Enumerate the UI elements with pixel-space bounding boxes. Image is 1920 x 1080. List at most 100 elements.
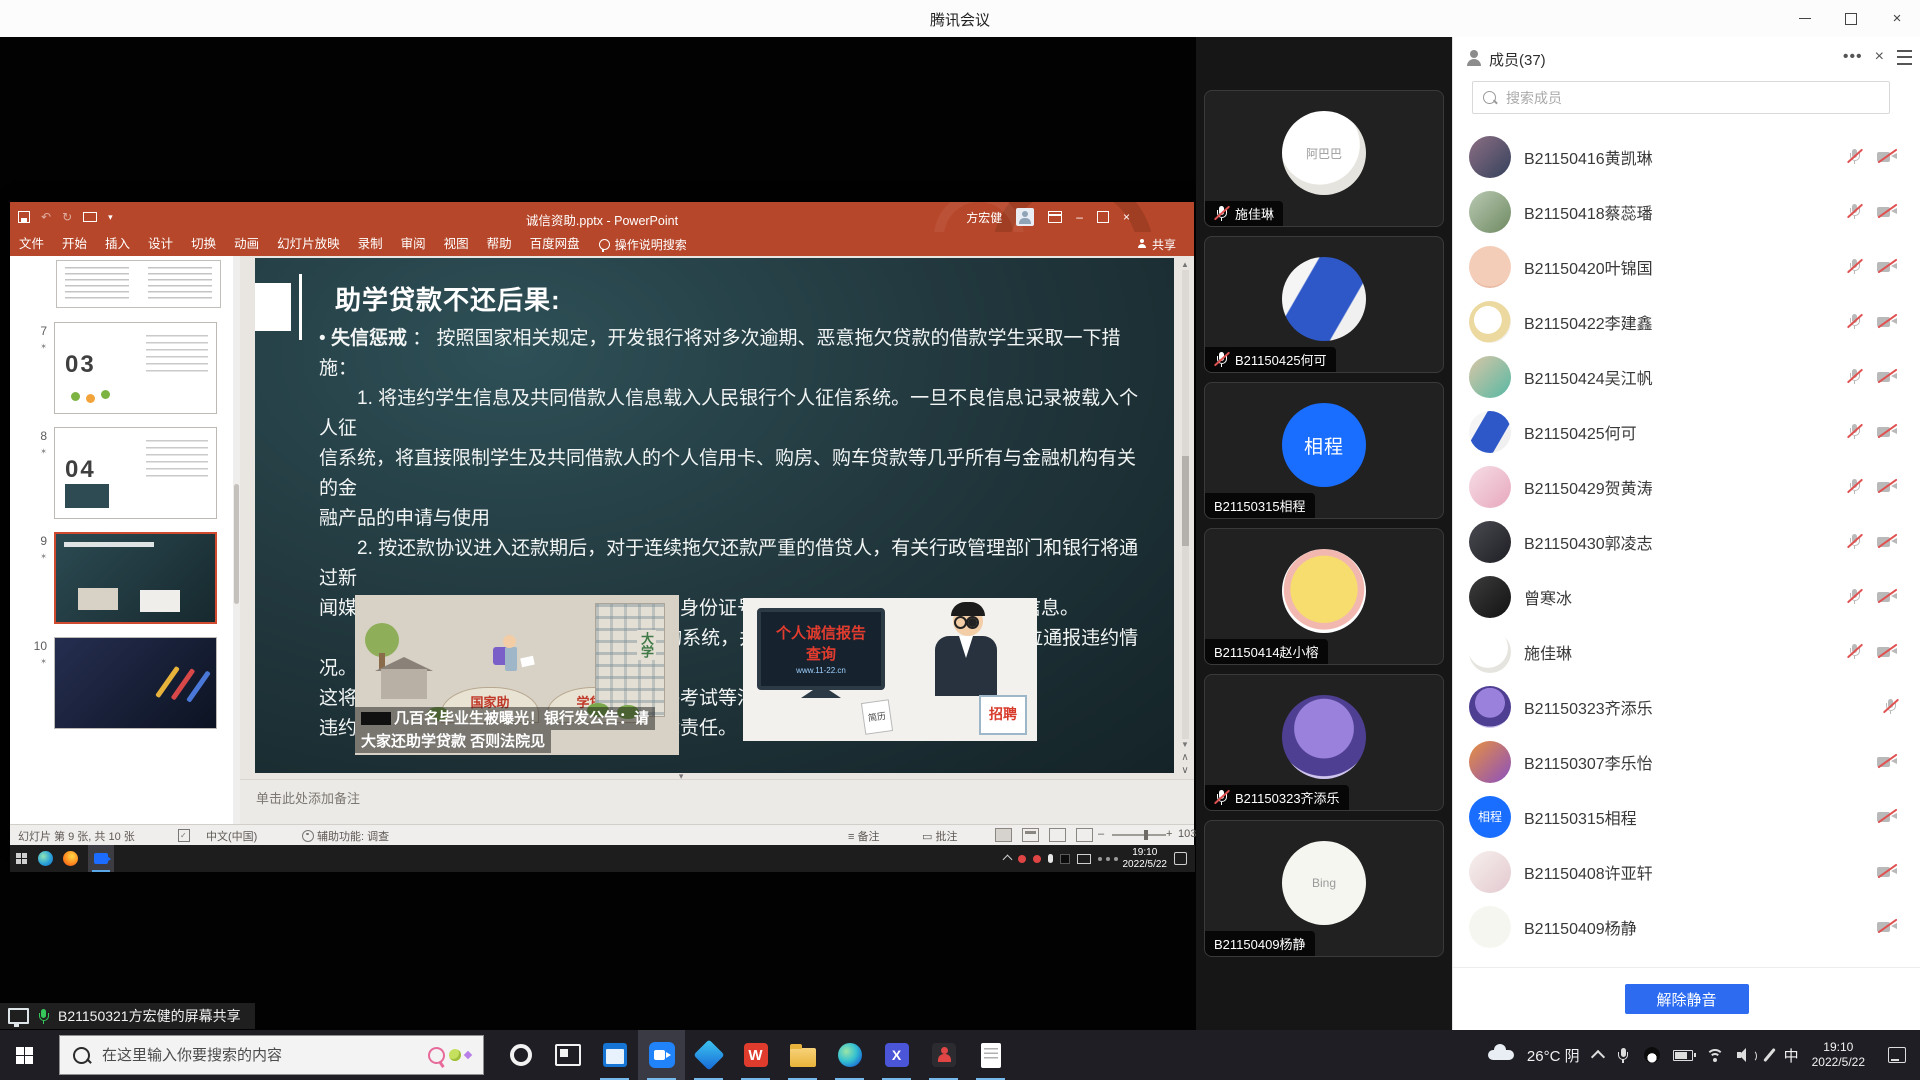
mic-muted-icon[interactable] xyxy=(1847,313,1862,330)
ribbon-tab[interactable]: 设计 xyxy=(139,232,182,256)
start-button[interactable] xyxy=(0,1030,48,1080)
taskbar-task-view[interactable] xyxy=(544,1030,591,1080)
slide-thumbnail[interactable]: 04 xyxy=(54,427,217,519)
thumbnail-scrollbar[interactable] xyxy=(233,256,240,825)
spellcheck-icon[interactable] xyxy=(178,829,190,842)
mic-muted-icon[interactable] xyxy=(1847,148,1862,165)
camera-off-icon[interactable] xyxy=(1877,259,1898,274)
ribbon-tab[interactable]: 幻灯片放映 xyxy=(268,232,349,256)
ribbon-tab[interactable]: 视图 xyxy=(435,232,478,256)
zoom-in-button[interactable]: + xyxy=(1166,828,1172,840)
member-row[interactable]: B21150409杨静 xyxy=(1453,899,1920,954)
tell-me-search[interactable]: 操作说明搜索 xyxy=(615,236,687,253)
mic-muted-icon[interactable] xyxy=(1883,698,1898,715)
ppt-user-avatar[interactable] xyxy=(1016,208,1034,226)
member-row[interactable]: B21150416黄凯琳 xyxy=(1453,129,1920,184)
weather-temperature[interactable]: 26°C 阴 xyxy=(1527,1045,1580,1066)
slide-thumbnail[interactable] xyxy=(54,532,217,624)
wifi-icon[interactable] xyxy=(1706,1049,1724,1062)
mic-muted-icon[interactable] xyxy=(1847,588,1862,605)
member-row[interactable]: B21150323齐添乐 xyxy=(1453,679,1920,734)
taskbar-app-document[interactable] xyxy=(967,1030,1014,1080)
camera-off-icon[interactable] xyxy=(1877,204,1898,219)
mic-muted-icon[interactable] xyxy=(1847,643,1862,660)
mic-muted-icon[interactable] xyxy=(1847,478,1862,495)
member-row[interactable]: 相程 B21150315相程 xyxy=(1453,789,1920,844)
more-options-icon[interactable]: ••• xyxy=(1843,48,1863,66)
ppt-restore-button[interactable] xyxy=(1097,211,1109,223)
ribbon-tab[interactable]: 动画 xyxy=(225,232,268,256)
ppt-minimize-button[interactable]: – xyxy=(1076,210,1083,224)
taskbar-app-calendar[interactable] xyxy=(591,1030,638,1080)
pen-icon[interactable] xyxy=(1763,1048,1776,1062)
member-row[interactable]: 曾寒冰 xyxy=(1453,569,1920,624)
taskbar-app-kite[interactable] xyxy=(685,1030,732,1080)
member-row[interactable]: B21150429贺黄涛 xyxy=(1453,459,1920,514)
comments-toggle[interactable]: ▭ 批注 xyxy=(922,828,957,844)
camera-off-icon[interactable] xyxy=(1877,479,1898,494)
taskbar-search-input[interactable] xyxy=(100,1046,428,1065)
minimize-button[interactable] xyxy=(1782,0,1828,37)
ime-indicator[interactable]: 中 xyxy=(1784,1045,1799,1066)
camera-off-icon[interactable] xyxy=(1877,314,1898,329)
camera-off-icon[interactable] xyxy=(1877,919,1898,934)
member-row[interactable]: B21150424吴江帆 xyxy=(1453,349,1920,404)
member-row[interactable]: 施佳琳 xyxy=(1453,624,1920,679)
ribbon-tab[interactable]: 插入 xyxy=(96,232,139,256)
ppt-share-button[interactable]: 共享 xyxy=(1137,232,1176,256)
volume-icon[interactable] xyxy=(1737,1048,1755,1062)
camera-off-icon[interactable] xyxy=(1877,149,1898,164)
maximize-button[interactable] xyxy=(1828,0,1874,37)
video-tile[interactable]: B21150414赵小榕 xyxy=(1204,528,1444,665)
weather-cloud-icon[interactable] xyxy=(1488,1050,1514,1060)
video-tile[interactable]: Bing B21150409杨静 xyxy=(1204,820,1444,957)
qq-penguin-icon[interactable] xyxy=(1644,1047,1660,1063)
camera-off-icon[interactable] xyxy=(1877,864,1898,879)
taskbar-file-explorer[interactable] xyxy=(779,1030,826,1080)
video-tile[interactable]: B21150323齐添乐 xyxy=(1204,674,1444,811)
member-search-box[interactable] xyxy=(1472,81,1890,114)
mic-muted-icon[interactable] xyxy=(1847,533,1862,550)
ribbon-tab[interactable]: 文件 xyxy=(10,232,53,256)
notes-pane[interactable]: ▾ 单击此处添加备注 xyxy=(240,779,1194,826)
ribbon-tab[interactable]: 审阅 xyxy=(392,232,435,256)
member-row[interactable]: B21150422李建鑫 xyxy=(1453,294,1920,349)
mic-muted-icon[interactable] xyxy=(1847,203,1862,220)
slide-thumbnail[interactable]: 03 xyxy=(54,322,217,414)
taskbar-search-box[interactable] xyxy=(59,1035,484,1075)
notification-center-icon[interactable] xyxy=(1888,1047,1906,1063)
zoom-percentage[interactable]: 103% xyxy=(1178,828,1196,840)
ribbon-tab[interactable]: 切换 xyxy=(182,232,225,256)
camera-off-icon[interactable] xyxy=(1877,589,1898,604)
ppt-close-button[interactable]: × xyxy=(1123,210,1130,224)
taskbar-app-edge[interactable] xyxy=(826,1030,873,1080)
taskbar-app-wps[interactable]: W xyxy=(732,1030,779,1080)
taskbar-app-media[interactable] xyxy=(920,1030,967,1080)
camera-off-icon[interactable] xyxy=(1877,754,1898,769)
zoom-out-button[interactable]: – xyxy=(1098,828,1104,840)
camera-off-icon[interactable] xyxy=(1877,369,1898,384)
notes-toggle[interactable]: ≡ 备注 xyxy=(848,828,879,844)
current-slide[interactable]: 助学贷款不还后果: • 失信惩戒 ： 按照国家相关规定，开发银行将对多次逾期、恶… xyxy=(255,258,1174,773)
member-row[interactable]: B21150420叶锦国 xyxy=(1453,239,1920,294)
close-panel-icon[interactable]: × xyxy=(1875,48,1884,66)
tray-chevron-icon[interactable] xyxy=(1591,1050,1605,1064)
ribbon-tab[interactable]: 录制 xyxy=(349,232,392,256)
slide-thumbnail[interactable] xyxy=(54,637,217,729)
prev-next-slide-buttons[interactable]: ∧∨ xyxy=(1178,751,1192,777)
accessibility-status[interactable]: 辅助功能: 调查 xyxy=(302,828,389,844)
close-button[interactable]: × xyxy=(1874,0,1920,37)
slide-thumbnail-partial[interactable] xyxy=(56,260,221,308)
ribbon-tab[interactable]: 帮助 xyxy=(478,232,521,256)
mic-muted-icon[interactable] xyxy=(1847,258,1862,275)
ribbon-display-options-icon[interactable] xyxy=(1048,211,1062,223)
member-row[interactable]: B21150307李乐怡 xyxy=(1453,734,1920,789)
unmute-button[interactable]: 解除静音 xyxy=(1625,984,1749,1014)
member-row[interactable]: B21150418蔡蕊璠 xyxy=(1453,184,1920,239)
slide-scrollbar[interactable]: ▲ ▼ xyxy=(1179,260,1191,749)
camera-off-icon[interactable] xyxy=(1877,644,1898,659)
ribbon-tab[interactable]: 百度网盘 xyxy=(521,232,589,256)
tray-mic-icon[interactable] xyxy=(1616,1047,1631,1064)
reading-view-button[interactable] xyxy=(1049,828,1066,842)
language-status[interactable]: 中文(中国) xyxy=(206,828,257,844)
